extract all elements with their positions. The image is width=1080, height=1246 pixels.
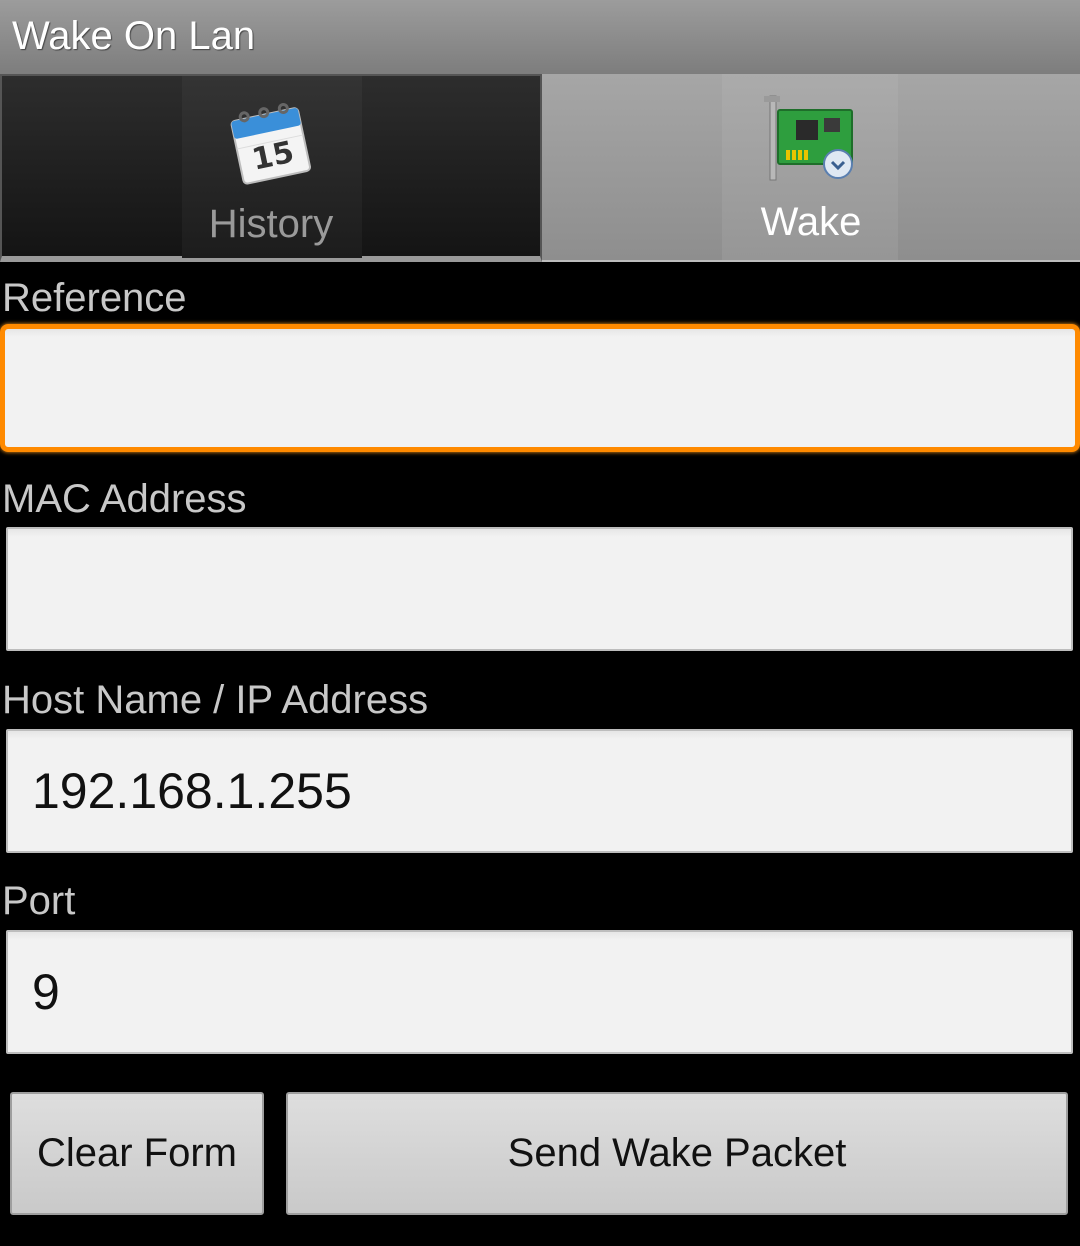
app-title-bar: Wake On Lan xyxy=(0,0,1080,74)
reference-label: Reference xyxy=(2,276,187,320)
clear-form-button[interactable]: Clear Form xyxy=(10,1092,264,1215)
reference-input[interactable] xyxy=(0,324,1080,452)
port-label: Port xyxy=(2,879,76,923)
tab-wake[interactable]: Wake xyxy=(542,74,1080,262)
tab-history-label: History xyxy=(208,202,334,246)
port-input[interactable]: 9 xyxy=(6,930,1073,1054)
host-label: Host Name / IP Address xyxy=(2,678,429,722)
network-card-icon xyxy=(764,95,853,181)
calendar-icon: 15 xyxy=(230,102,311,185)
mac-address-label: MAC Address xyxy=(2,477,247,521)
tab-bar: 15 History Wake xyxy=(0,74,1080,262)
host-input[interactable]: 192.168.1.255 xyxy=(6,729,1073,853)
tab-wake-label: Wake xyxy=(760,200,862,244)
tab-history[interactable]: 15 History xyxy=(0,74,542,262)
send-wake-packet-button[interactable]: Send Wake Packet xyxy=(286,1092,1068,1215)
app-title: Wake On Lan xyxy=(12,14,256,58)
mac-address-input[interactable] xyxy=(6,527,1073,651)
